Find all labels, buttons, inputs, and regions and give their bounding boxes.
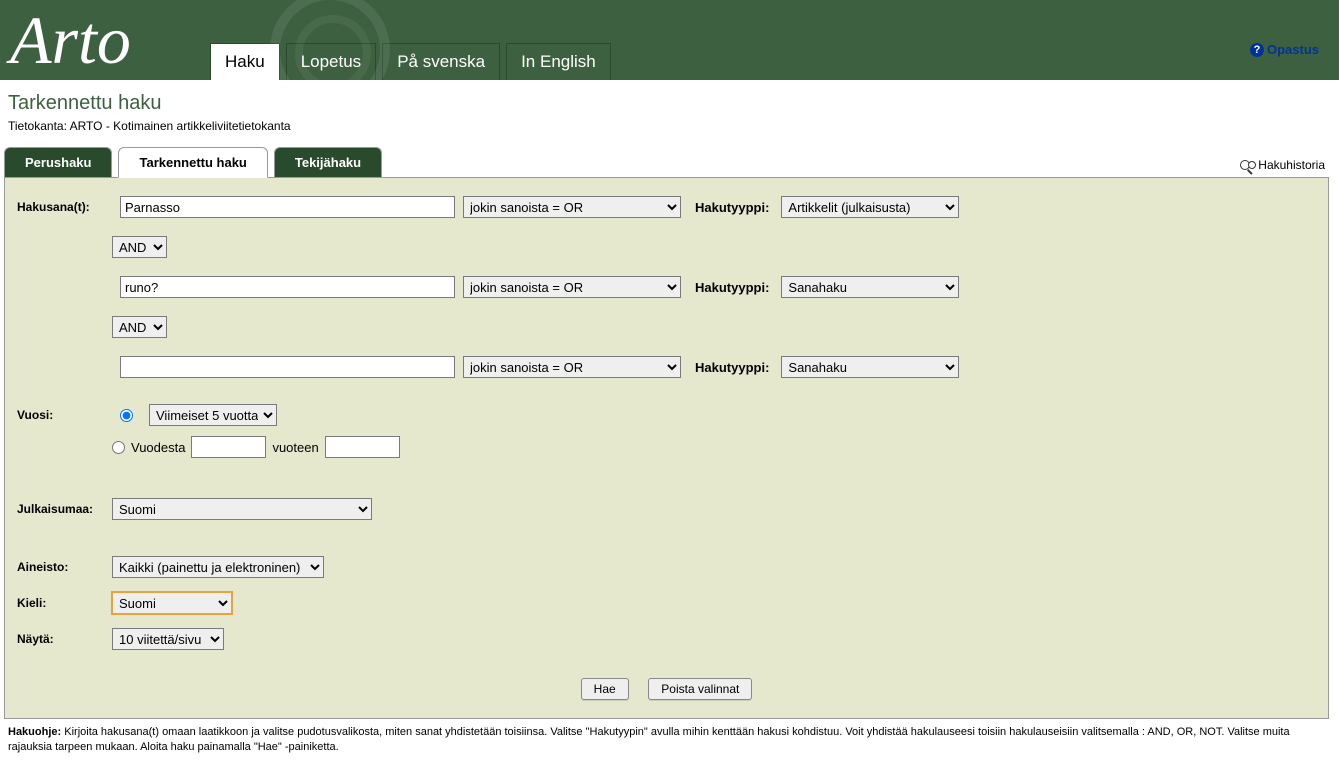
clock-icon (1248, 161, 1256, 169)
bool-select-2[interactable]: AND (112, 316, 167, 338)
subtab-row: Perushaku Tarkennettu haku Tekijähaku Ha… (4, 147, 1335, 177)
app-logo: Arto (10, 0, 131, 80)
julkaisumaa-select[interactable]: Suomi (112, 498, 372, 520)
subtab-tekijahaku[interactable]: Tekijähaku (274, 147, 382, 177)
bool-select-1[interactable]: AND (112, 236, 167, 258)
subtab-perushaku[interactable]: Perushaku (4, 147, 112, 177)
tab-english[interactable]: In English (506, 43, 611, 80)
label-hakutyyppi-1: Hakutyyppi: (695, 200, 769, 215)
tab-svenska[interactable]: På svenska (382, 43, 500, 80)
help-icon: ? (1250, 43, 1264, 57)
hae-button[interactable]: Hae (581, 678, 629, 700)
label-kieli: Kieli: (17, 596, 112, 610)
label-nayta: Näytä: (17, 632, 112, 646)
combine-select-3[interactable]: jokin sanoista = OR (463, 356, 681, 378)
hint-label: Hakuohje: (8, 726, 61, 738)
header-bar: Arto Haku Lopetus På svenska In English … (0, 0, 1339, 80)
label-julkaisumaa: Julkaisumaa: (17, 502, 112, 516)
year-range-radio[interactable] (112, 441, 125, 454)
search-term-1[interactable] (120, 196, 455, 218)
nayta-select[interactable]: 10 viitettä/sivu (112, 628, 224, 650)
year-from-input[interactable] (191, 436, 266, 458)
label-aineisto: Aineisto: (17, 560, 112, 574)
database-info: Tietokanta: ARTO - Kotimainen artikkeliv… (8, 119, 1335, 133)
page-title: Tarkennettu haku (8, 92, 1335, 115)
label-vuosi: Vuosi: (17, 408, 112, 422)
year-to-input[interactable] (325, 436, 400, 458)
year-preset-select[interactable]: Viimeiset 5 vuotta (149, 404, 277, 426)
main-tabs: Haku Lopetus På svenska In English (210, 0, 611, 80)
combine-select-2[interactable]: jokin sanoista = OR (463, 276, 681, 298)
subtab-tarkennettu[interactable]: Tarkennettu haku (118, 147, 267, 178)
year-preset-radio[interactable] (120, 409, 133, 422)
search-term-2[interactable] (120, 276, 455, 298)
type-select-3[interactable]: Sanahaku (781, 356, 959, 378)
search-form-panel: Hakusana(t): jokin sanoista = OR Hakutyy… (4, 177, 1329, 719)
search-hint: Hakuohje: Kirjoita hakusana(t) omaan laa… (8, 725, 1331, 756)
type-select-1[interactable]: Artikkelit (julkaisusta) (781, 196, 959, 218)
history-label: Hakuhistoria (1258, 158, 1325, 172)
type-select-2[interactable]: Sanahaku (781, 276, 959, 298)
hint-text: Kirjoita hakusana(t) omaan laatikkoon ja… (8, 726, 1290, 753)
label-hakusanat: Hakusana(t): (17, 200, 112, 214)
search-history-link[interactable]: Hakuhistoria (1240, 158, 1325, 172)
label-hakutyyppi-3: Hakutyyppi: (695, 360, 769, 375)
tab-lopetus[interactable]: Lopetus (286, 43, 377, 80)
poista-button[interactable]: Poista valinnat (648, 678, 752, 700)
kieli-select[interactable]: Suomi (112, 592, 232, 614)
combine-select-1[interactable]: jokin sanoista = OR (463, 196, 681, 218)
label-hakutyyppi-2: Hakutyyppi: (695, 280, 769, 295)
label-vuodesta: Vuodesta (131, 440, 185, 455)
help-link[interactable]: ? Opastus (1250, 42, 1319, 57)
search-term-3[interactable] (120, 356, 455, 378)
label-vuoteen: vuoteen (272, 440, 318, 455)
help-label: Opastus (1267, 42, 1319, 57)
tab-haku[interactable]: Haku (210, 43, 280, 80)
aineisto-select[interactable]: Kaikki (painettu ja elektroninen) (112, 556, 324, 578)
